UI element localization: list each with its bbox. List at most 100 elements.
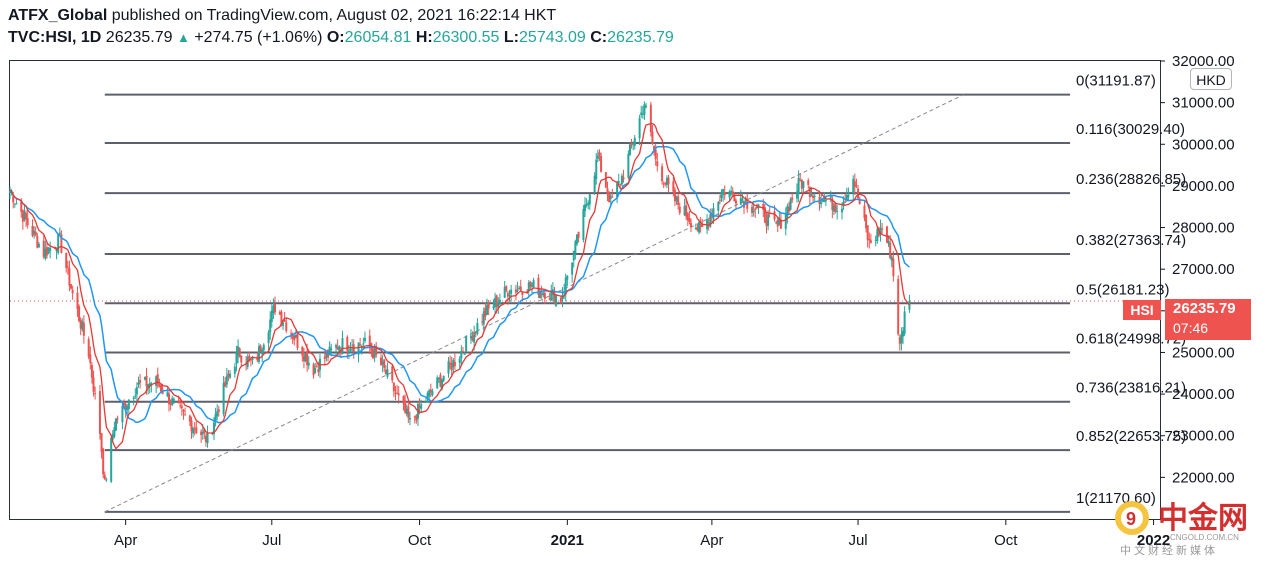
candle-body bbox=[595, 159, 598, 179]
candle-body bbox=[349, 349, 352, 351]
candle-body bbox=[127, 399, 130, 410]
y-tick-label: 25000.00 bbox=[1172, 344, 1235, 361]
y-tick-label: 23000.00 bbox=[1172, 428, 1235, 445]
candle-body bbox=[168, 393, 171, 405]
candle-body bbox=[600, 155, 603, 172]
candle-body bbox=[834, 203, 837, 212]
candle-body bbox=[92, 377, 95, 392]
candle-body bbox=[868, 238, 871, 241]
candle-body bbox=[897, 279, 900, 335]
candle-body bbox=[611, 196, 614, 198]
candle-body bbox=[566, 275, 569, 280]
candle-body bbox=[442, 375, 445, 381]
candle-body bbox=[505, 286, 508, 291]
candle-body bbox=[869, 240, 872, 243]
candle-body bbox=[638, 118, 641, 139]
candle-body bbox=[240, 355, 243, 363]
candle-body bbox=[135, 387, 138, 395]
candle-body bbox=[180, 406, 183, 409]
candle-body bbox=[94, 393, 97, 395]
last-price-tag-value: 26235.79 bbox=[1173, 300, 1236, 317]
candle-body bbox=[267, 332, 270, 344]
currency-badge[interactable]: HKD bbox=[1190, 68, 1232, 90]
candle-body bbox=[206, 432, 209, 444]
candle-body bbox=[49, 247, 52, 252]
fib-level-label-6: 0.736(23816.21) bbox=[1076, 380, 1186, 397]
y-tick-label: 28000.00 bbox=[1172, 220, 1235, 237]
candle-body bbox=[627, 153, 630, 178]
candle-body bbox=[720, 192, 723, 199]
x-tick-label: Jul bbox=[848, 532, 867, 549]
candle-body bbox=[807, 180, 810, 185]
y-axis: 22000.0023000.0024000.0025000.0026000.00… bbox=[1160, 53, 1235, 486]
candle-body bbox=[34, 231, 37, 236]
moving-averages-group bbox=[9, 122, 910, 450]
y-tick-label: 24000.00 bbox=[1172, 386, 1235, 403]
candle-body bbox=[498, 299, 501, 305]
candle-body bbox=[347, 350, 350, 352]
candle-body bbox=[391, 366, 394, 381]
y-tick-label: 30000.00 bbox=[1172, 136, 1235, 153]
candle-body bbox=[458, 358, 461, 364]
bar-countdown: 07:46 bbox=[1173, 320, 1209, 336]
candle-body bbox=[71, 289, 74, 294]
candle-body bbox=[314, 367, 317, 373]
candle-body bbox=[741, 199, 744, 202]
candle-body bbox=[341, 338, 344, 355]
candle-body bbox=[677, 196, 680, 206]
candle-body bbox=[217, 409, 220, 412]
candle-body bbox=[315, 366, 318, 368]
candle-body bbox=[604, 172, 607, 188]
candle-body bbox=[424, 401, 427, 403]
candle-body bbox=[840, 208, 843, 213]
candle-body bbox=[301, 346, 304, 356]
candle-body bbox=[408, 418, 411, 420]
svg-text:9: 9 bbox=[1126, 509, 1136, 529]
fib-level-label-3: 0.382(27363.74) bbox=[1076, 232, 1186, 249]
fibonacci-group: 0(31191.87) 0.116(30029.40) 0.236(28826.85… bbox=[104, 73, 1186, 513]
candle-body bbox=[90, 364, 93, 378]
last-price-tag: 26235.79 07:46 bbox=[1165, 299, 1251, 340]
candle-body bbox=[362, 343, 365, 345]
candle-body bbox=[622, 177, 625, 180]
candle-body bbox=[66, 266, 69, 268]
candle-body bbox=[802, 181, 805, 188]
candle-body bbox=[510, 289, 513, 295]
candle-body bbox=[105, 479, 108, 481]
candle-body bbox=[274, 304, 277, 313]
candle-body bbox=[789, 199, 792, 210]
fib-level-label-2: 0.236(28826.85) bbox=[1076, 171, 1186, 188]
candle-body bbox=[82, 322, 85, 336]
candle-body bbox=[844, 201, 847, 203]
candle-body bbox=[791, 197, 794, 201]
candle-body bbox=[463, 353, 466, 355]
candle-body bbox=[330, 348, 333, 350]
x-tick-label: 2021 bbox=[551, 532, 584, 549]
candle-body bbox=[661, 166, 664, 182]
candle-body bbox=[473, 332, 476, 343]
watermark-url: CNGOLD.COM.CN bbox=[1170, 533, 1239, 542]
candle-body bbox=[881, 228, 884, 230]
candle-body bbox=[654, 149, 657, 160]
candle-body bbox=[712, 208, 715, 219]
candle-body bbox=[222, 382, 225, 415]
candle-body bbox=[392, 382, 395, 392]
candle-body bbox=[678, 206, 681, 213]
candle-body bbox=[857, 188, 860, 199]
candle-body bbox=[386, 369, 389, 377]
symbol-price-tag: HSI bbox=[1123, 300, 1161, 320]
candle-body bbox=[461, 351, 464, 353]
candle-body bbox=[182, 410, 185, 412]
candle-body bbox=[487, 303, 490, 309]
candle-body bbox=[229, 373, 232, 378]
x-tick-label: Jul bbox=[262, 532, 281, 549]
candle-body bbox=[102, 448, 105, 475]
candle-body bbox=[465, 336, 468, 352]
candle-body bbox=[447, 361, 450, 374]
candle-body bbox=[855, 185, 858, 187]
candle-body bbox=[532, 280, 535, 288]
candle-body bbox=[262, 344, 265, 351]
watermark-tagline: 中文财经新媒体 bbox=[1120, 543, 1218, 557]
moving-average-fast bbox=[9, 122, 910, 450]
moving-average-slow bbox=[9, 145, 910, 424]
